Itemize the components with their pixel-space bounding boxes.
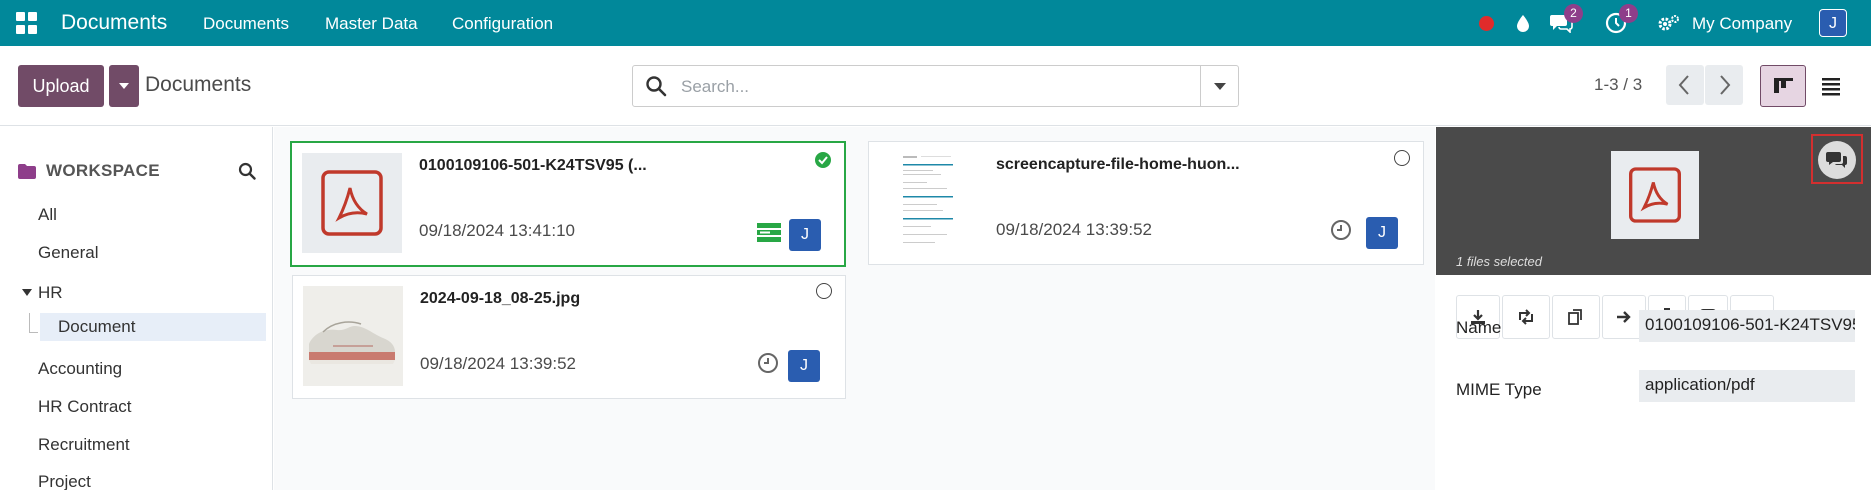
document-details-panel: 1 files selected Name 0100109106-501-K24… [1436, 127, 1871, 490]
upload-dropdown-toggle[interactable] [109, 65, 139, 107]
breadcrumb: Documents [145, 73, 252, 96]
sidebar-item-hr[interactable]: HR [22, 283, 63, 303]
document-name: 0100109106-501-K24TSV95 (... [419, 157, 647, 174]
user-avatar[interactable]: J [1819, 9, 1847, 37]
check-circle-icon[interactable] [815, 152, 831, 168]
mime-type-field[interactable]: application/pdf [1639, 370, 1855, 402]
mime-type-label: MIME Type [1456, 380, 1542, 399]
pdf-icon [321, 170, 383, 236]
screenshot-thumbnail [879, 152, 979, 252]
messages-count-badge: 2 [1564, 4, 1583, 23]
pdf-icon [1629, 167, 1681, 223]
menu-master-data[interactable]: Master Data [325, 14, 418, 34]
menu-documents[interactable]: Documents [203, 14, 289, 34]
search-input[interactable] [681, 74, 1151, 100]
document-card[interactable]: 0100109106-501-K24TSV95 (... 09/18/2024 … [290, 141, 846, 267]
owner-avatar[interactable]: J [1366, 217, 1398, 249]
documents-kanban: 0100109106-501-K24TSV95 (... 09/18/2024 … [274, 127, 1435, 490]
messages-icon[interactable]: 2 [1548, 4, 1583, 36]
menu-configuration[interactable]: Configuration [452, 14, 553, 34]
kanban-view-icon [1774, 78, 1793, 93]
search-bar [632, 65, 1239, 107]
select-radio[interactable] [1394, 150, 1410, 166]
document-date: 09/18/2024 13:39:52 [996, 220, 1152, 239]
sneaker-photo-icon [303, 286, 403, 386]
app-title[interactable]: Documents [61, 11, 167, 35]
name-field-label: Name [1456, 318, 1502, 337]
activity-clock-icon[interactable] [1330, 219, 1352, 241]
chevron-left-icon [1678, 75, 1689, 95]
sidebar-item-document[interactable]: Document [40, 313, 266, 341]
pager-previous-button[interactable] [1666, 65, 1704, 105]
owner-avatar[interactable]: J [789, 219, 821, 251]
workspace-heading-label: WORKSPACE [46, 161, 160, 180]
workspace-search-icon[interactable] [238, 162, 256, 185]
upload-button[interactable]: Upload [18, 65, 104, 107]
duplicate-button[interactable] [1552, 295, 1600, 339]
preview-header: 1 files selected [1436, 127, 1871, 275]
sidebar-item-project[interactable]: Project [38, 472, 91, 490]
folder-icon [18, 163, 36, 179]
pager-value[interactable]: 1-3 / 3 [1594, 75, 1642, 95]
workspace-heading: WORKSPACE [18, 161, 160, 181]
list-view-button[interactable] [1808, 65, 1854, 107]
document-date: 09/18/2024 13:39:52 [420, 354, 576, 373]
copy-icon [1568, 309, 1582, 325]
chatter-toggle-button[interactable] [1811, 134, 1863, 184]
retweet-icon [1519, 309, 1533, 325]
files-selected-label: 1 files selected [1456, 254, 1542, 269]
chat-bubbles-icon [1818, 141, 1856, 179]
document-card[interactable]: 2024-09-18_08-25.jpg 09/18/2024 13:39:52… [292, 275, 846, 399]
owner-avatar[interactable]: J [788, 350, 820, 382]
activity-clock-icon[interactable] [757, 352, 779, 374]
sidebar-item-hr-label: HR [38, 283, 63, 302]
company-switcher[interactable]: My Company [1692, 14, 1792, 34]
sidebar-item-general[interactable]: General [38, 243, 98, 263]
drop-icon[interactable] [1512, 10, 1534, 36]
screenshot-preview-icon [903, 156, 953, 243]
activities-count-badge: 1 [1619, 4, 1638, 23]
recording-indicator-icon[interactable] [1476, 10, 1496, 36]
activities-icon[interactable]: 1 [1603, 4, 1638, 36]
chevron-right-icon [1720, 75, 1731, 95]
sidebar-item-hr-contract[interactable]: HR Contract [38, 397, 132, 417]
settings-gears-icon[interactable] [1656, 10, 1682, 36]
kanban-view-button[interactable] [1760, 65, 1806, 107]
caret-down-icon[interactable] [22, 289, 32, 297]
arrow-right-icon [1617, 311, 1631, 323]
tree-connector [29, 332, 38, 333]
image-thumbnail [303, 286, 403, 386]
top-navbar: Documents Documents Master Data Configur… [0, 0, 1871, 46]
pdf-thumbnail [302, 153, 402, 253]
control-panel: Upload Documents 1-3 / 3 [0, 46, 1871, 126]
list-view-icon [1822, 78, 1840, 96]
document-name: screencapture-file-home-huon... [996, 156, 1240, 173]
select-radio[interactable] [816, 283, 832, 299]
server-tag-icon[interactable] [757, 223, 781, 243]
sidebar-item-recruitment[interactable]: Recruitment [38, 435, 130, 455]
preview-thumbnail[interactable] [1611, 151, 1699, 239]
name-field[interactable]: 0100109106-501-K24TSV95 [1639, 310, 1855, 342]
document-card[interactable]: screencapture-file-home-huon... 09/18/20… [868, 141, 1424, 265]
search-options-toggle[interactable] [1200, 66, 1238, 106]
search-icon [645, 75, 667, 102]
document-date: 09/18/2024 13:41:10 [419, 221, 575, 240]
sidebar-item-accounting[interactable]: Accounting [38, 359, 122, 379]
tree-connector [29, 313, 30, 333]
sidebar-item-all[interactable]: All [38, 205, 57, 225]
pager-next-button[interactable] [1705, 65, 1743, 105]
replace-button[interactable] [1502, 295, 1550, 339]
workspace-sidebar: WORKSPACE All General HR Document Accoun… [0, 127, 273, 490]
document-name: 2024-09-18_08-25.jpg [420, 290, 581, 307]
apps-menu-icon[interactable] [16, 12, 38, 34]
